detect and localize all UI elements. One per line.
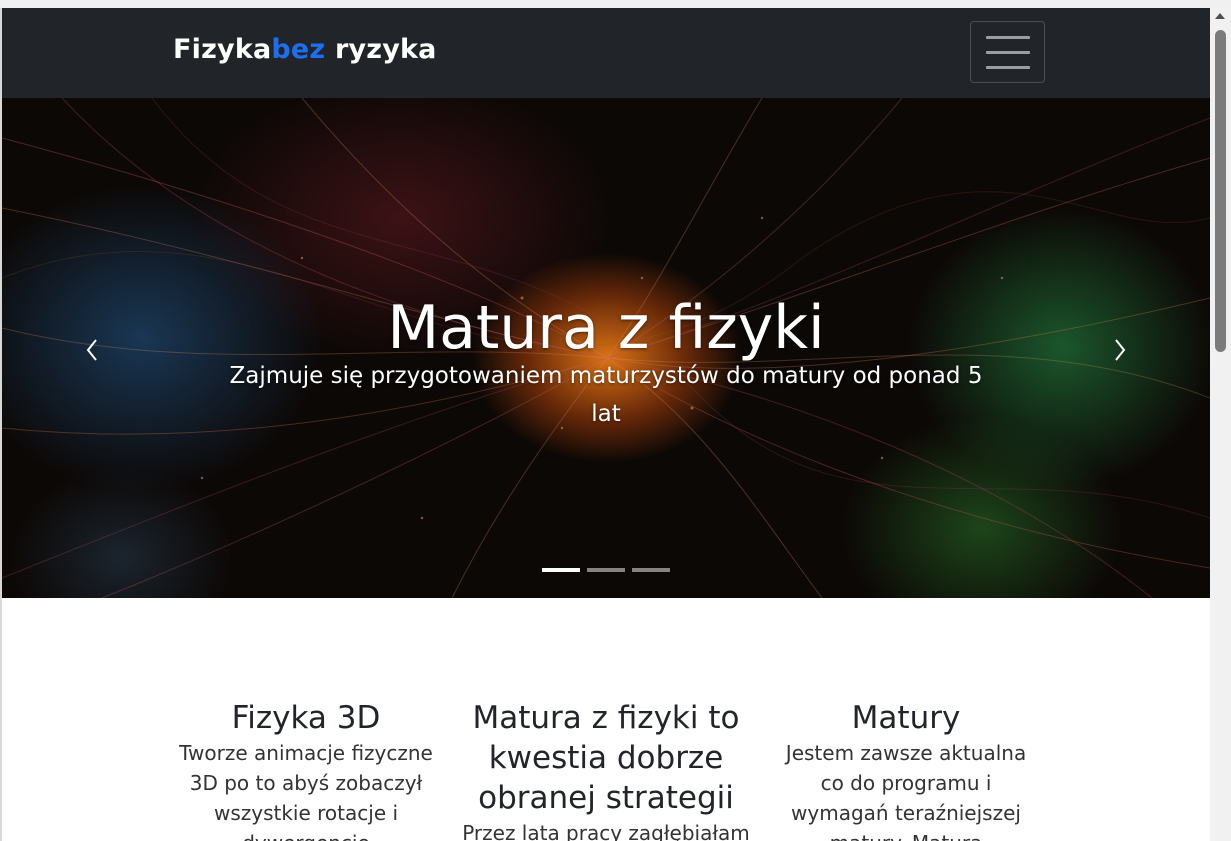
carousel-indicators	[542, 568, 670, 572]
hamburger-line	[986, 66, 1030, 69]
chevron-left-icon	[86, 339, 97, 361]
brand-accent: bez	[271, 34, 326, 65]
feature-text: Tworze animacje fizyczne 3D po to abyś z…	[179, 741, 433, 841]
scroll-up-arrow-icon[interactable]	[1215, 13, 1225, 19]
brand-end: ryzyka	[325, 34, 437, 65]
carousel-indicator-2[interactable]	[587, 568, 625, 572]
feature-text: Przez lata pracy zagłębiałam	[462, 821, 750, 841]
hero-title: Matura z fizyki	[387, 293, 825, 364]
hamburger-line	[986, 51, 1030, 54]
carousel-indicator-1[interactable]	[542, 568, 580, 572]
navbar-toggler-button[interactable]	[970, 21, 1045, 83]
chevron-right-icon	[1115, 339, 1126, 361]
scrollbar-thumb[interactable]	[1215, 30, 1226, 352]
feature-title: Matury	[851, 700, 961, 736]
feature-column-3d: Fizyka 3D Tworze animacje fizyczne 3D po…	[161, 698, 451, 841]
hero-carousel: Matura z fizyki Zajmuje się przygotowani…	[2, 98, 1210, 598]
brand-logo-link[interactable]: Fizykabez ryzyka	[173, 34, 437, 65]
carousel-next-button[interactable]	[1100, 330, 1140, 370]
feature-title: Fizyka 3D	[231, 700, 381, 736]
feature-text: Jestem zawsze aktualna co do programu i …	[785, 741, 1027, 841]
brand-main: Fizyka	[173, 34, 272, 65]
feature-title: Matura z fizyki to kwestia dobrze obrane…	[472, 700, 740, 816]
navbar: Fizykabez ryzyka	[2, 8, 1210, 98]
carousel-prev-button[interactable]	[72, 330, 112, 370]
page-viewport: Fizykabez ryzyka Matura z fizyki Zajmuje…	[2, 8, 1210, 841]
vertical-scrollbar[interactable]	[1210, 8, 1231, 841]
features-section: Fizyka 3D Tworze animacje fizyczne 3D po…	[2, 598, 1210, 841]
hamburger-line	[986, 36, 1030, 39]
feature-column-matury: Matury Jestem zawsze aktualna co do prog…	[761, 698, 1051, 841]
hero-subtitle: Zajmuje się przygotowaniem maturzystów d…	[229, 363, 983, 427]
carousel-indicator-3[interactable]	[632, 568, 670, 572]
feature-column-strategy: Matura z fizyki to kwestia dobrze obrane…	[461, 698, 751, 841]
